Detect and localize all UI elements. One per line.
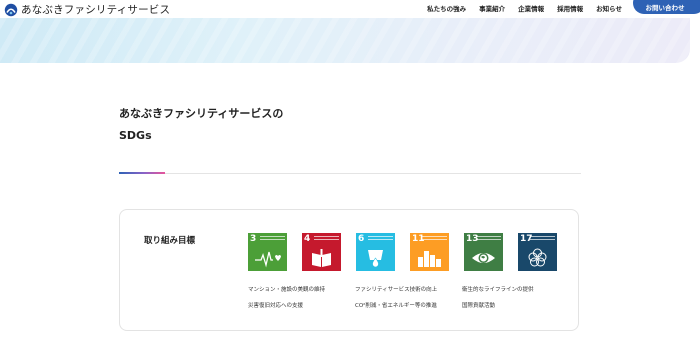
partnership-flower-icon bbox=[528, 248, 547, 267]
sdg-goal-11: 11 bbox=[410, 233, 449, 271]
card-label: 取り組み目標 bbox=[144, 236, 196, 246]
nav-item-business[interactable]: 事業紹介 bbox=[479, 3, 505, 13]
nav-item-news[interactable]: お知らせ bbox=[596, 3, 622, 13]
sdgs-card: 取り組み目標 3 4 6 11 13 17 マンション・施設の美観の維持 災害復… bbox=[119, 209, 579, 331]
main-nav: 私たちの強み 事業紹介 企業情報 採用情報 お知らせ bbox=[414, 3, 622, 13]
section-accent-bar bbox=[119, 172, 165, 174]
goal-subtitle-lines bbox=[260, 236, 285, 240]
sdg-goal-list: 3 4 6 11 13 17 bbox=[248, 233, 557, 271]
goal-subtitle-lines bbox=[314, 236, 339, 240]
sdg-goal-3: 3 bbox=[248, 233, 287, 271]
goal-subtitle-lines bbox=[368, 236, 393, 240]
logo-mark-icon bbox=[4, 2, 18, 17]
section-title: あなぶきファシリティサービスの SDGs bbox=[119, 103, 283, 147]
contact-button[interactable]: お問い合わせ bbox=[633, 0, 700, 14]
caption-col1-line1: マンション・施設の美観の維持 bbox=[248, 287, 326, 293]
logo-text: あなぶきファシリティサービス bbox=[21, 3, 171, 16]
section-title-line1: あなぶきファシリティサービスの bbox=[119, 107, 284, 120]
goal-number: 4 bbox=[304, 234, 311, 244]
goal-subtitle-lines bbox=[530, 236, 555, 240]
caption-col1-line2: 災害復旧対応への支援 bbox=[248, 303, 304, 309]
city-icon bbox=[418, 251, 441, 267]
hero-pattern bbox=[0, 18, 690, 63]
sdg-goal-13: 13 bbox=[464, 233, 503, 271]
heartbeat-icon bbox=[255, 251, 281, 268]
section-title-line2: SDGs bbox=[119, 129, 152, 142]
sdg-goal-6: 6 bbox=[356, 233, 395, 271]
goal-subtitle-lines bbox=[422, 236, 447, 240]
hero-banner bbox=[0, 18, 690, 63]
goal-subtitle-lines bbox=[476, 236, 501, 240]
site-header: あなぶきファシリティサービス 私たちの強み 事業紹介 企業情報 採用情報 お知ら… bbox=[0, 0, 700, 18]
sdg-goal-4: 4 bbox=[302, 233, 341, 271]
site-logo[interactable]: あなぶきファシリティサービス bbox=[4, 1, 170, 17]
nav-item-recruit[interactable]: 採用情報 bbox=[557, 3, 583, 13]
eye-globe-icon bbox=[472, 253, 495, 263]
sdg-goal-17: 17 bbox=[518, 233, 557, 271]
section-divider bbox=[119, 173, 581, 174]
goal-number: 3 bbox=[250, 234, 257, 244]
nav-item-company[interactable]: 企業情報 bbox=[518, 3, 544, 13]
caption-col2-line2: CO²削減・省エネルギー等の推進 bbox=[355, 303, 437, 309]
caption-col3-line2: 国際貢献活動 bbox=[462, 303, 496, 309]
nav-item-strengths[interactable]: 私たちの強み bbox=[427, 3, 466, 13]
water-drop-icon bbox=[368, 250, 383, 268]
goal-number: 6 bbox=[358, 234, 365, 244]
book-icon bbox=[312, 249, 331, 267]
caption-col3-line1: 衛生的なライフラインの提供 bbox=[462, 287, 534, 293]
caption-col2-line1: ファシリティサービス技術の向上 bbox=[355, 287, 438, 293]
